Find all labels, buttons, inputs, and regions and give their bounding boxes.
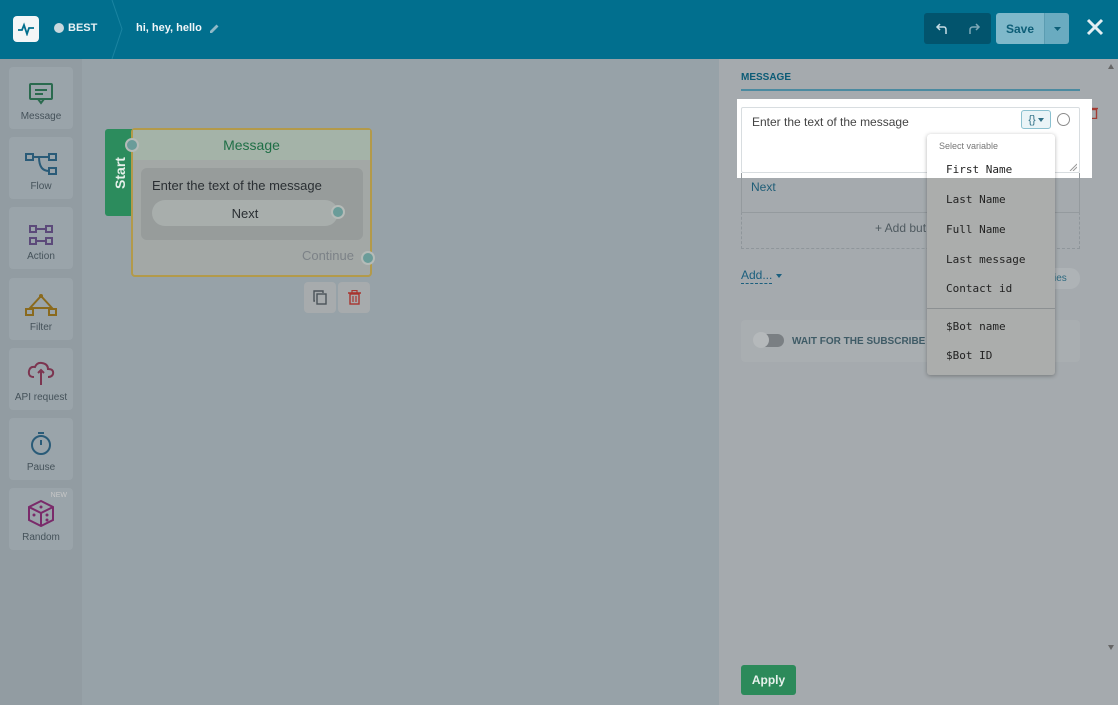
- message-node[interactable]: Message Enter the text of the message Ne…: [125, 128, 375, 277]
- tool-message[interactable]: Message: [9, 67, 73, 129]
- add-button-link[interactable]: + Add but: [875, 221, 926, 235]
- tool-label: API request: [14, 392, 68, 403]
- variable-option[interactable]: First Name: [946, 163, 1012, 176]
- save-options-button[interactable]: [1044, 13, 1069, 44]
- wait-label: WAIT FOR THE SUBSCRIBE: [792, 336, 926, 347]
- redo-icon: [968, 22, 980, 34]
- tool-label: Flow: [30, 181, 52, 192]
- delete-node-button[interactable]: [338, 282, 370, 313]
- undo-icon: [935, 22, 947, 34]
- chat-bubble-icon: [54, 23, 64, 33]
- node-message-body: Enter the text of the message Next: [141, 168, 363, 240]
- save-button[interactable]: Save: [996, 13, 1044, 44]
- caret-down-icon: [776, 274, 782, 278]
- caret-down-icon: [1053, 26, 1061, 31]
- dropdown-header: Select variable: [939, 141, 999, 151]
- bot-name: BEST: [68, 22, 98, 34]
- undo-button[interactable]: [924, 13, 958, 44]
- braces-icon: {}: [1028, 113, 1036, 126]
- variable-option[interactable]: Last message: [946, 253, 1025, 266]
- bot-selector[interactable]: BEST: [54, 22, 97, 34]
- node-message-text: Enter the text of the message: [152, 178, 322, 193]
- tool-label: Pause: [26, 462, 56, 473]
- action-icon: [29, 225, 53, 245]
- flow-icon: [25, 153, 57, 175]
- variable-option[interactable]: Full Name: [946, 223, 1006, 236]
- random-icon: [28, 499, 54, 527]
- node-title: Message: [133, 130, 370, 160]
- caret-down-icon: [1037, 117, 1044, 122]
- tool-random[interactable]: NEW Random: [9, 488, 73, 550]
- flow-title-text: hi, hey, hello: [136, 22, 202, 34]
- add-content-dropdown[interactable]: Add...: [741, 268, 773, 284]
- next-output-port[interactable]: [331, 205, 345, 219]
- variable-option[interactable]: $Bot name: [946, 320, 1006, 333]
- message-icon: [29, 83, 53, 105]
- tool-label: Message: [20, 111, 62, 122]
- close-icon[interactable]: [1084, 16, 1106, 38]
- emoji-icon[interactable]: [1057, 113, 1070, 126]
- pencil-icon[interactable]: [209, 23, 220, 34]
- variable-option[interactable]: Contact id: [946, 282, 1012, 295]
- tool-pause[interactable]: Pause: [9, 418, 73, 480]
- variable-option[interactable]: $Bot ID: [946, 349, 992, 362]
- new-badge: NEW: [50, 492, 67, 499]
- continue-output-port[interactable]: [361, 251, 375, 265]
- tool-label: Action: [27, 251, 55, 262]
- tool-filter[interactable]: Filter: [9, 278, 73, 340]
- wait-toggle[interactable]: [753, 332, 784, 348]
- node-next-button[interactable]: Next: [152, 200, 338, 226]
- breadcrumb-separator: [111, 0, 123, 59]
- panel-scrollbar[interactable]: [1104, 59, 1118, 705]
- filter-icon: [25, 294, 57, 316]
- apply-button[interactable]: Apply: [741, 665, 796, 695]
- message-placeholder: Enter the text of the message: [752, 115, 909, 129]
- panel-title: MESSAGE: [741, 71, 1080, 91]
- tool-label: Filter: [29, 322, 53, 333]
- insert-variable-button[interactable]: {}: [1021, 110, 1051, 129]
- input-port[interactable]: [125, 138, 139, 152]
- redo-button[interactable]: [958, 13, 991, 44]
- tool-label: Random: [22, 532, 60, 543]
- node-next-label: Next: [231, 205, 259, 221]
- start-label: Start: [112, 156, 128, 189]
- trash-icon: [347, 290, 361, 305]
- tool-flow[interactable]: Flow: [9, 137, 73, 199]
- tool-api-request[interactable]: API request: [9, 348, 73, 410]
- dropdown-divider: [927, 308, 1055, 309]
- pulse-icon: [18, 22, 34, 36]
- flow-title[interactable]: hi, hey, hello: [136, 22, 220, 34]
- copy-icon: [313, 290, 327, 305]
- variable-option[interactable]: Last Name: [946, 193, 1006, 206]
- copy-node-button[interactable]: [304, 282, 336, 313]
- resize-handle-icon[interactable]: [1069, 163, 1077, 171]
- pause-icon: [31, 432, 51, 455]
- continue-label: Continue: [301, 248, 354, 263]
- message-button-label: Next: [751, 180, 776, 194]
- app-logo[interactable]: [13, 16, 39, 42]
- tool-action[interactable]: Action: [9, 207, 73, 269]
- api-request-icon: [27, 361, 55, 385]
